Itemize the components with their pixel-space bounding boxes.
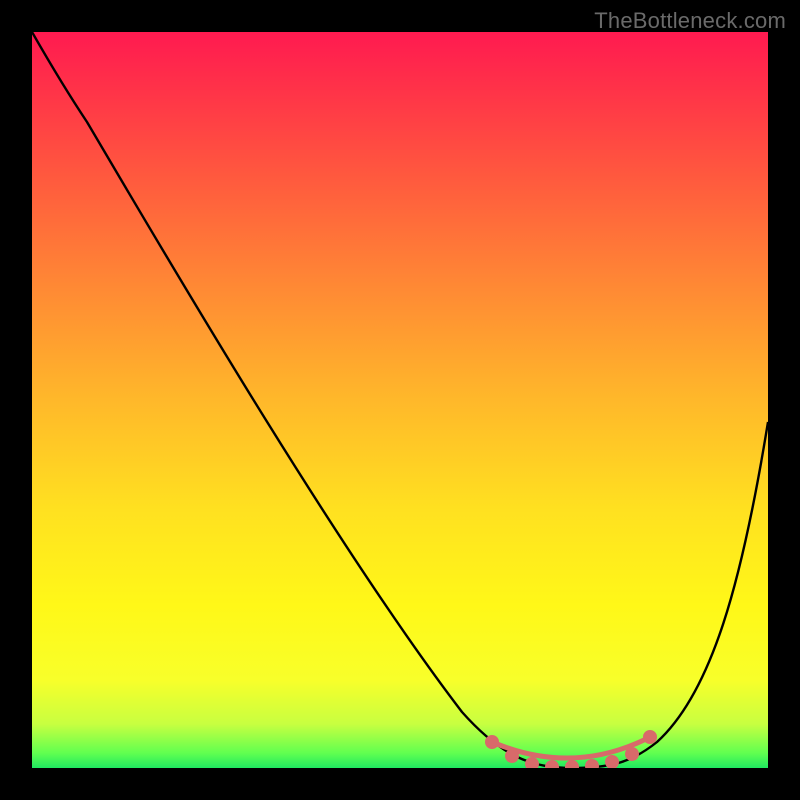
bottleneck-chart: TheBottleneck.com [0, 0, 800, 800]
highlight-band [488, 733, 654, 768]
bottleneck-curve-path [32, 32, 768, 768]
watermark-text: TheBottleneck.com [594, 8, 786, 34]
curve-layer [32, 32, 768, 768]
